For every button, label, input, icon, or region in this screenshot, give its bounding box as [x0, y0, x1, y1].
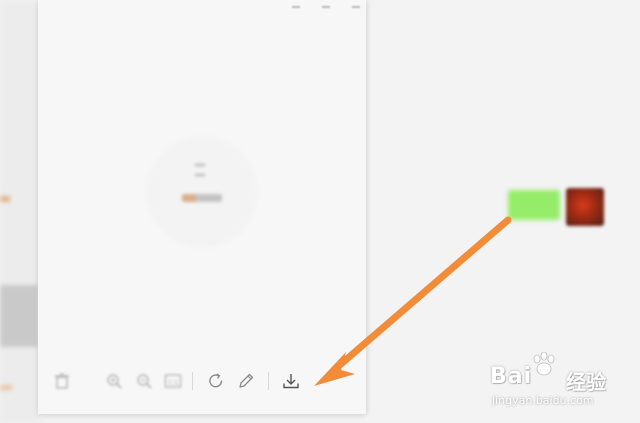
- background-marker: [0, 385, 12, 390]
- viewer-toolbar: 1:1: [38, 366, 366, 396]
- close-icon[interactable]: [352, 0, 360, 8]
- background-chat-list: [0, 0, 40, 423]
- loading-indicator: [146, 136, 258, 248]
- maximize-icon[interactable]: [322, 0, 330, 8]
- image-viewer-window: 1:1: [38, 0, 366, 414]
- zoom-in-button[interactable]: [102, 369, 126, 393]
- paw-logo-icon: [533, 352, 555, 376]
- minimize-icon[interactable]: [292, 0, 300, 8]
- trash-button[interactable]: [50, 369, 74, 393]
- background-marker: [0, 196, 10, 202]
- actual-size-label: 1:1: [168, 380, 178, 387]
- chat-message-bubble[interactable]: [508, 190, 560, 220]
- zoom-in-icon: [107, 374, 122, 389]
- watermark-brand: Bai: [490, 364, 533, 389]
- toolbar-divider: [268, 372, 269, 390]
- actual-size-button[interactable]: 1:1: [161, 369, 185, 393]
- watermark-brand-suffix: 经验: [566, 370, 606, 394]
- background-list-item: [0, 285, 38, 347]
- download-button[interactable]: [279, 369, 303, 393]
- download-icon: [283, 374, 299, 389]
- toolbar-divider: [192, 372, 193, 390]
- avatar[interactable]: [566, 188, 604, 226]
- zoom-out-icon: [137, 374, 152, 389]
- rotate-button[interactable]: [204, 369, 228, 393]
- edit-icon: [239, 373, 254, 388]
- edit-button[interactable]: [234, 369, 258, 393]
- zoom-out-button[interactable]: [132, 369, 156, 393]
- trash-icon: [55, 373, 69, 389]
- loading-icon: [195, 164, 205, 176]
- baidu-jingyan-watermark: Bai 经验 jingyan.baidu.com: [490, 352, 610, 412]
- watermark-url: jingyan.baidu.com: [492, 394, 594, 407]
- window-controls: [292, 0, 360, 8]
- loading-text: [182, 194, 222, 202]
- actual-size-icon: 1:1: [164, 374, 182, 388]
- rotate-icon: [209, 373, 223, 388]
